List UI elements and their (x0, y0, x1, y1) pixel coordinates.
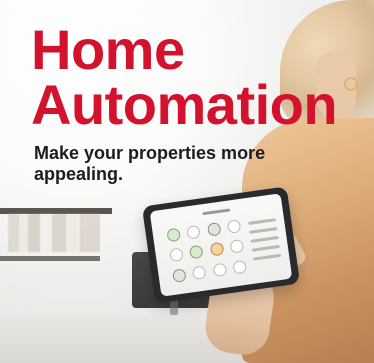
shield-icon (171, 268, 187, 284)
home-automation-ad: Home Automation Make your properties mor… (0, 0, 374, 363)
smart-home-icon-grid (164, 217, 249, 285)
fan-icon (189, 245, 204, 260)
battery-icon (212, 262, 228, 278)
home-icon (229, 239, 245, 255)
headline-line-1: Home (31, 18, 185, 81)
power-icon (168, 247, 184, 263)
subtext: Make your properties more appealing. (34, 143, 334, 185)
camera-icon (206, 221, 222, 237)
subtext-line-2: appealing. (34, 164, 124, 184)
headline-line-2: Automation (31, 73, 338, 136)
lock-icon (226, 218, 242, 234)
wifi-icon (232, 259, 248, 275)
headline: Home Automation (31, 18, 347, 136)
lightbulb-icon (166, 227, 181, 243)
kitchen-shelf-lower (0, 256, 100, 261)
settings-icon (192, 265, 207, 281)
shelf-items (8, 214, 100, 252)
tablet-screen (149, 193, 293, 297)
subtext-line-1: Make your properties more (34, 143, 266, 163)
speaker-icon (209, 242, 225, 257)
tablet (141, 186, 301, 304)
thermostat-icon (186, 224, 202, 240)
tablet-side-list (248, 218, 282, 269)
